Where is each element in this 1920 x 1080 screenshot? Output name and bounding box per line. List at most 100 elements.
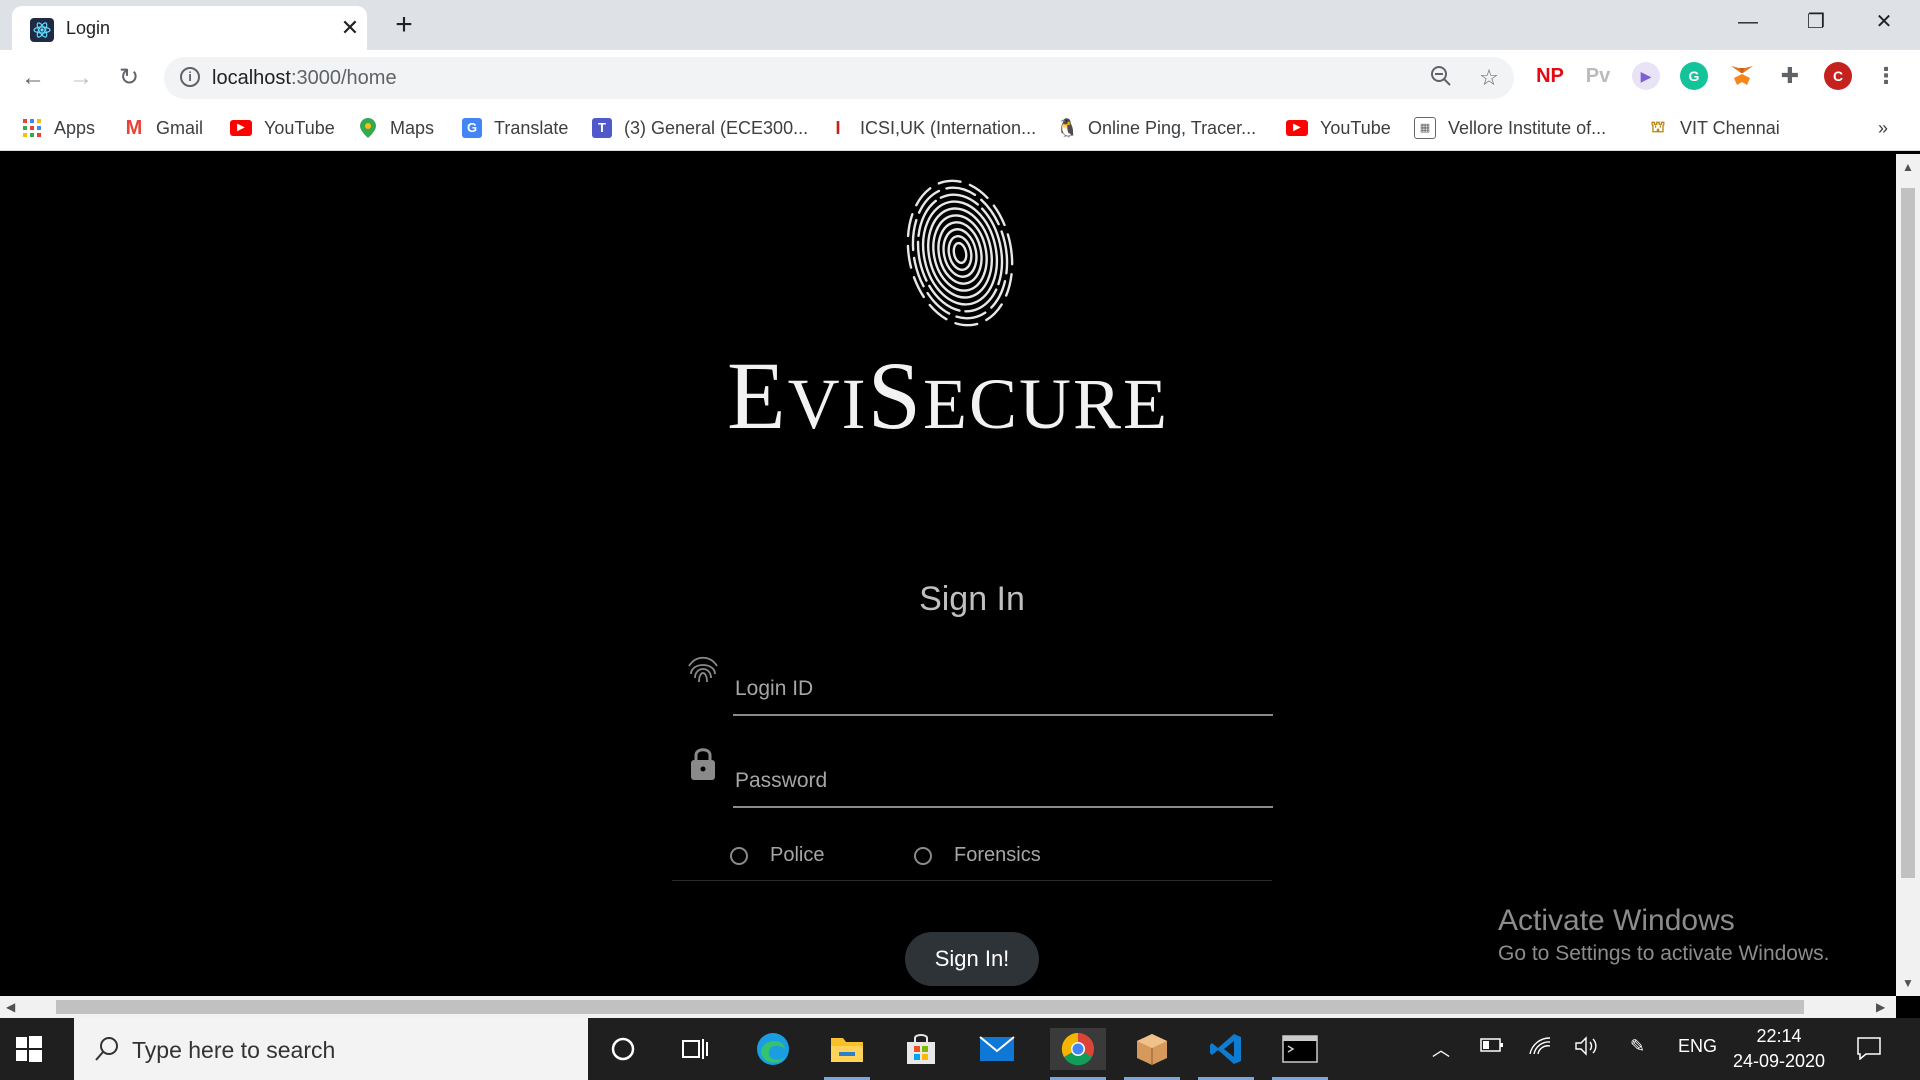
taskbar-clock[interactable]: 22:14 24-09-2020 [1724, 1024, 1834, 1074]
show-hidden-icons-chevron-icon[interactable]: ︿ [1432, 1036, 1450, 1062]
zoom-icon[interactable] [1428, 65, 1454, 91]
tab-title: Login [66, 18, 111, 38]
edge-browser-icon[interactable] [750, 1028, 796, 1070]
close-window-icon[interactable]: ✕ [1856, 0, 1912, 44]
microsoft-store-icon[interactable] [898, 1028, 944, 1070]
bookmark-label: Maps [390, 117, 435, 138]
sign-in-button[interactable]: Sign In! [905, 932, 1039, 986]
back-arrow-icon[interactable]: ← [18, 64, 48, 94]
bookmark-icsi[interactable]: I ICSI,UK (Internation... [828, 116, 1036, 140]
terminal-icon[interactable] [1272, 1028, 1328, 1080]
extension-pv-icon[interactable]: Pv [1584, 62, 1612, 90]
url-path: :3000/home [290, 67, 397, 89]
bookmark-vit-chennai[interactable]: ⛫ VIT Chennai [1648, 116, 1780, 140]
scroll-right-arrow-icon[interactable]: ▶ [1876, 1000, 1885, 1014]
password-field[interactable] [733, 754, 1273, 808]
maps-icon [358, 118, 378, 138]
role-radio-group: Police Forensics [672, 830, 1272, 881]
taskbar-search-placeholder: Type here to search [132, 1037, 336, 1063]
bookmark-youtube-2[interactable]: ▶ YouTube [1286, 116, 1391, 140]
react-favicon-icon [30, 18, 54, 42]
extension-np-icon[interactable]: NP [1536, 62, 1564, 90]
windows-start-icon[interactable] [16, 1036, 42, 1062]
vertical-scroll-thumb[interactable] [1901, 188, 1915, 878]
bookmark-label: ICSI,UK (Internation... [860, 117, 1037, 138]
bookmark-vellore[interactable]: ▦ Vellore Institute of... [1414, 116, 1606, 140]
bookmark-apps[interactable]: Apps [22, 116, 95, 140]
vscode-icon[interactable] [1198, 1028, 1254, 1080]
chrome-taskbar-icon[interactable] [1050, 1028, 1106, 1080]
taskbar-search-box[interactable]: Type here to search [74, 1018, 588, 1080]
file-explorer-icon[interactable] [824, 1028, 870, 1080]
radio-forensics[interactable]: Forensics [914, 844, 1041, 867]
password-input[interactable] [733, 760, 1267, 802]
lock-icon [691, 748, 715, 780]
brand-letters-vi: VI [787, 364, 868, 444]
forward-arrow-icon[interactable]: → [66, 64, 96, 94]
grammarly-icon[interactable]: G [1680, 62, 1708, 90]
login-id-field[interactable] [733, 662, 1273, 716]
youtube-icon: ▶ [230, 120, 252, 136]
mail-icon[interactable] [974, 1028, 1020, 1070]
chrome-menu-icon[interactable]: ⋮ [1872, 62, 1900, 90]
wifi-icon[interactable] [1528, 1036, 1552, 1061]
fingerprint-field-icon [688, 656, 718, 683]
horizontal-scroll-thumb[interactable] [56, 1000, 1804, 1014]
scroll-up-arrow-icon[interactable]: ▲ [1902, 160, 1914, 174]
url-text[interactable]: localhost:3000/home [212, 67, 397, 90]
activate-windows-watermark: Activate Windows Go to Settings to activ… [1498, 904, 1830, 966]
address-bar[interactable]: i localhost:3000/home ☆ [164, 57, 1514, 99]
cortana-icon[interactable] [600, 1028, 646, 1070]
metamask-fox-icon[interactable] [1728, 62, 1756, 90]
bookmark-maps[interactable]: Maps [358, 116, 434, 140]
windows-taskbar: Type here to search ︿ ✎ ENG 22:14 24-09-… [0, 1018, 1920, 1080]
icsi-icon: I [835, 118, 841, 138]
radio-forensics-circle[interactable] [914, 846, 932, 865]
bookmark-label: VIT Chennai [1680, 117, 1780, 138]
bookmarks-overflow-icon[interactable]: » [1878, 116, 1888, 140]
clock-time: 22:14 [1756, 1026, 1802, 1046]
profile-avatar[interactable]: C [1824, 62, 1852, 90]
bookmark-youtube[interactable]: ▶ YouTube [230, 116, 335, 140]
bookmark-online-ping[interactable]: 🐧 Online Ping, Tracer... [1056, 116, 1256, 140]
fingerprint-logo-icon [906, 179, 1014, 327]
restore-icon[interactable]: ❐ [1788, 0, 1844, 44]
teams-icon: T [592, 118, 612, 138]
input-language[interactable]: ENG [1678, 1036, 1717, 1057]
bookmark-star-icon[interactable]: ☆ [1476, 65, 1502, 91]
bookmark-label: Vellore Institute of... [1448, 117, 1607, 138]
volume-icon[interactable] [1574, 1036, 1600, 1061]
new-tab-button[interactable]: + [390, 10, 418, 40]
bookmark-teams-general[interactable]: T (3) General (ECE300... [592, 116, 808, 140]
vertical-scrollbar[interactable]: ▲ ▼ [1896, 154, 1920, 996]
gmail-icon: M [125, 117, 143, 139]
task-view-icon[interactable] [672, 1028, 718, 1070]
bookmark-label: YouTube [264, 117, 335, 138]
scroll-left-arrow-icon[interactable]: ◀ [6, 1000, 15, 1014]
login-id-input[interactable] [733, 668, 1267, 710]
bookmark-gmail[interactable]: M Gmail [124, 116, 203, 140]
scroll-down-arrow-icon[interactable]: ▼ [1902, 976, 1914, 990]
radio-police-circle[interactable] [730, 846, 748, 865]
extension-play-icon[interactable]: ▶ [1632, 62, 1660, 90]
brand-letters-ecure: ECURE [923, 364, 1170, 444]
minimize-icon[interactable]: — [1720, 0, 1776, 44]
clock-date: 24-09-2020 [1732, 1051, 1826, 1071]
battery-icon[interactable] [1480, 1036, 1504, 1059]
tab-login[interactable]: Login ✕ [12, 6, 367, 50]
search-icon [95, 1037, 118, 1061]
extensions-puzzle-icon[interactable]: ✚ [1776, 62, 1804, 90]
bookmark-translate[interactable]: G Translate [462, 116, 568, 140]
close-tab-icon[interactable]: ✕ [338, 16, 362, 40]
activate-windows-subtitle: Go to Settings to activate Windows. [1498, 942, 1830, 965]
site-info-icon[interactable]: i [180, 67, 200, 87]
reload-icon[interactable]: ↻ [114, 64, 144, 94]
radio-police[interactable]: Police [730, 844, 824, 867]
bookmarks-bar: Apps M Gmail ▶ YouTube Maps G Translate … [0, 106, 1920, 151]
tab-strip: Login ✕ + — ❐ ✕ [0, 0, 1920, 50]
package-app-icon[interactable] [1124, 1028, 1180, 1080]
notification-center-icon[interactable] [1856, 1036, 1882, 1065]
horizontal-scrollbar[interactable]: ◀ ▶ [0, 996, 1896, 1018]
brand-letter-e: E [726, 342, 788, 449]
pen-workspace-icon[interactable]: ✎ [1630, 1036, 1645, 1057]
